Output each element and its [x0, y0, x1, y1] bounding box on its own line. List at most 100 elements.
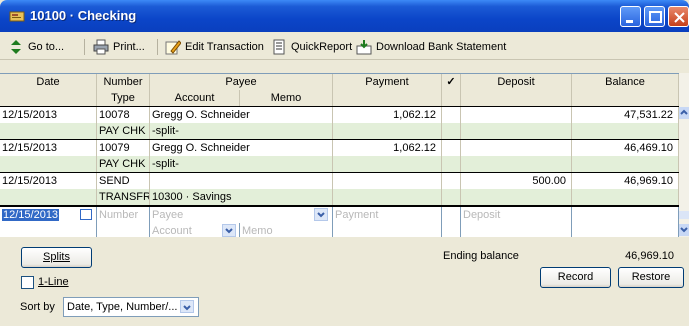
- payment-cell: [333, 173, 442, 189]
- scroll-down-button[interactable]: [679, 224, 689, 236]
- one-line-checkbox[interactable]: [21, 276, 34, 289]
- balance-entry-blank: [572, 207, 679, 223]
- type-cell: PAY CHK: [97, 156, 150, 172]
- deposit-cell: 500.00: [461, 173, 572, 189]
- balance-detail-blank: [572, 189, 679, 205]
- balance-cell: 46,969.10: [572, 173, 679, 189]
- record-label: Record: [557, 271, 594, 283]
- cleared-column-header[interactable]: ✓: [442, 74, 461, 90]
- date-detail-blank: [0, 156, 97, 172]
- chevron-down-icon[interactable]: [180, 300, 194, 313]
- splits-button[interactable]: Splits: [21, 247, 92, 268]
- sort-by-select[interactable]: Date, Type, Number/...: [63, 297, 199, 317]
- table-row[interactable]: 12/15/2013 10079 Gregg O. Schneider 1,06…: [0, 140, 679, 156]
- payee-entry-field[interactable]: Payee: [150, 207, 333, 223]
- deposit-detail-blank: [461, 189, 572, 205]
- restore-label: Restore: [631, 271, 671, 283]
- quickreport-label: QuickReport: [291, 41, 353, 53]
- chevron-down-icon[interactable]: [314, 208, 328, 221]
- chevron-down-icon: [680, 227, 688, 233]
- table-row-detail[interactable]: PAY CHK -split-: [0, 123, 679, 139]
- number-column-header[interactable]: Number: [97, 74, 150, 90]
- date-detail-blank: [0, 123, 97, 139]
- date-entry-value[interactable]: 12/15/2013: [2, 209, 60, 221]
- column-header-row: Date Number Payee Payment ✓ Deposit Bala…: [0, 74, 679, 90]
- deposit-detail-blank: [461, 156, 572, 172]
- report-icon: [273, 39, 285, 55]
- vertical-scrollbar[interactable]: [679, 73, 689, 237]
- memo-column-header[interactable]: Memo: [240, 90, 333, 106]
- quickreport-button[interactable]: QuickReport: [271, 39, 352, 55]
- print-label: Print...: [113, 41, 145, 53]
- deposit-column-header[interactable]: Deposit: [461, 74, 572, 90]
- payment-detail-blank: [333, 156, 442, 172]
- maximize-button[interactable]: [644, 6, 665, 27]
- cleared-entry-field[interactable]: [442, 207, 461, 223]
- download-statement-label: Download Bank Statement: [376, 41, 507, 53]
- table-row-detail[interactable]: PAY CHK -split-: [0, 156, 679, 172]
- payment-cell: 1,062.12: [333, 140, 442, 156]
- memo-cell: [240, 123, 333, 139]
- download-icon: [356, 40, 372, 55]
- one-line-label[interactable]: 1-Line: [38, 276, 69, 288]
- cleared-cell: [442, 107, 461, 123]
- minimize-button[interactable]: [620, 6, 641, 27]
- restore-button[interactable]: Restore: [618, 267, 684, 288]
- edit-transaction-button[interactable]: Edit Transaction: [165, 39, 264, 55]
- goto-button[interactable]: Go to...: [8, 39, 64, 55]
- type-cell: TRANSFR: [99, 189, 150, 205]
- scroll-thumb[interactable]: [679, 211, 689, 219]
- balance-detail-blank: [572, 156, 679, 172]
- date-cell: 12/15/2013: [0, 140, 97, 156]
- date-subheader-blank: [0, 90, 97, 106]
- deposit-subheader-blank: [461, 90, 572, 106]
- column-subheader-row: Type Account Memo: [0, 90, 679, 106]
- payee-cell: Gregg O. Schneider: [150, 107, 333, 123]
- payment-entry-field[interactable]: Payment: [333, 207, 442, 223]
- close-icon: [674, 12, 685, 23]
- account-cell: 10300 · Savings: [152, 191, 232, 203]
- account-column-header[interactable]: Account: [150, 90, 240, 106]
- close-button[interactable]: [668, 6, 689, 27]
- record-button[interactable]: Record: [540, 267, 611, 288]
- payee-placeholder: Payee: [152, 209, 184, 221]
- account-placeholder: Account: [152, 225, 192, 237]
- balance-column-header[interactable]: Balance: [572, 74, 679, 90]
- account-cell: -split-: [152, 158, 179, 170]
- window-title: 10100 · Checking: [30, 8, 137, 23]
- table-row-detail[interactable]: TRANSFR 10300 · Savings: [0, 189, 679, 205]
- calendar-icon[interactable]: [80, 209, 92, 220]
- date-column-header[interactable]: Date: [0, 74, 97, 90]
- sort-by-value: Date, Type, Number/...: [67, 301, 178, 313]
- scroll-up-button[interactable]: [679, 107, 689, 119]
- edit-transaction-label: Edit Transaction: [185, 41, 264, 53]
- print-button[interactable]: Print...: [93, 39, 145, 55]
- payment-column-header[interactable]: Payment: [333, 74, 442, 90]
- register-table: Date Number Payee Payment ✓ Deposit Bala…: [0, 73, 679, 239]
- toolbar-divider: [84, 39, 85, 55]
- number-entry-field[interactable]: Number: [97, 207, 150, 223]
- balance-cell: 47,531.22: [572, 107, 679, 123]
- date-entry-field[interactable]: 12/15/2013: [0, 207, 97, 223]
- table-row[interactable]: 12/15/2013 SEND 500.00 46,969.10: [0, 173, 679, 189]
- download-statement-button[interactable]: Download Bank Statement: [356, 39, 506, 55]
- cleared-cell: [442, 140, 461, 156]
- type-cell: PAY CHK: [97, 123, 150, 139]
- new-entry-row[interactable]: 12/15/2013 Number Payee Payment Deposit: [0, 207, 679, 223]
- payment-cell: 1,062.12: [333, 107, 442, 123]
- up-down-arrows-icon: [11, 40, 21, 54]
- payment-subheader-blank: [333, 90, 442, 106]
- date-detail-blank: [0, 189, 97, 205]
- printer-icon: [93, 39, 109, 55]
- register-icon: [9, 11, 25, 22]
- payee-column-header[interactable]: Payee: [150, 74, 333, 90]
- chevron-down-icon[interactable]: [222, 224, 236, 237]
- table-row[interactable]: 12/15/2013 10078 Gregg O. Schneider 1,06…: [0, 107, 679, 123]
- cleared-detail-blank: [442, 156, 461, 172]
- type-column-header[interactable]: Type: [97, 90, 150, 106]
- goto-label: Go to...: [28, 41, 65, 53]
- toolbar-divider: [157, 39, 158, 55]
- deposit-entry-field[interactable]: Deposit: [461, 207, 572, 223]
- payee-cell: Gregg O. Schneider: [150, 140, 333, 156]
- date-cell: 12/15/2013: [0, 173, 97, 189]
